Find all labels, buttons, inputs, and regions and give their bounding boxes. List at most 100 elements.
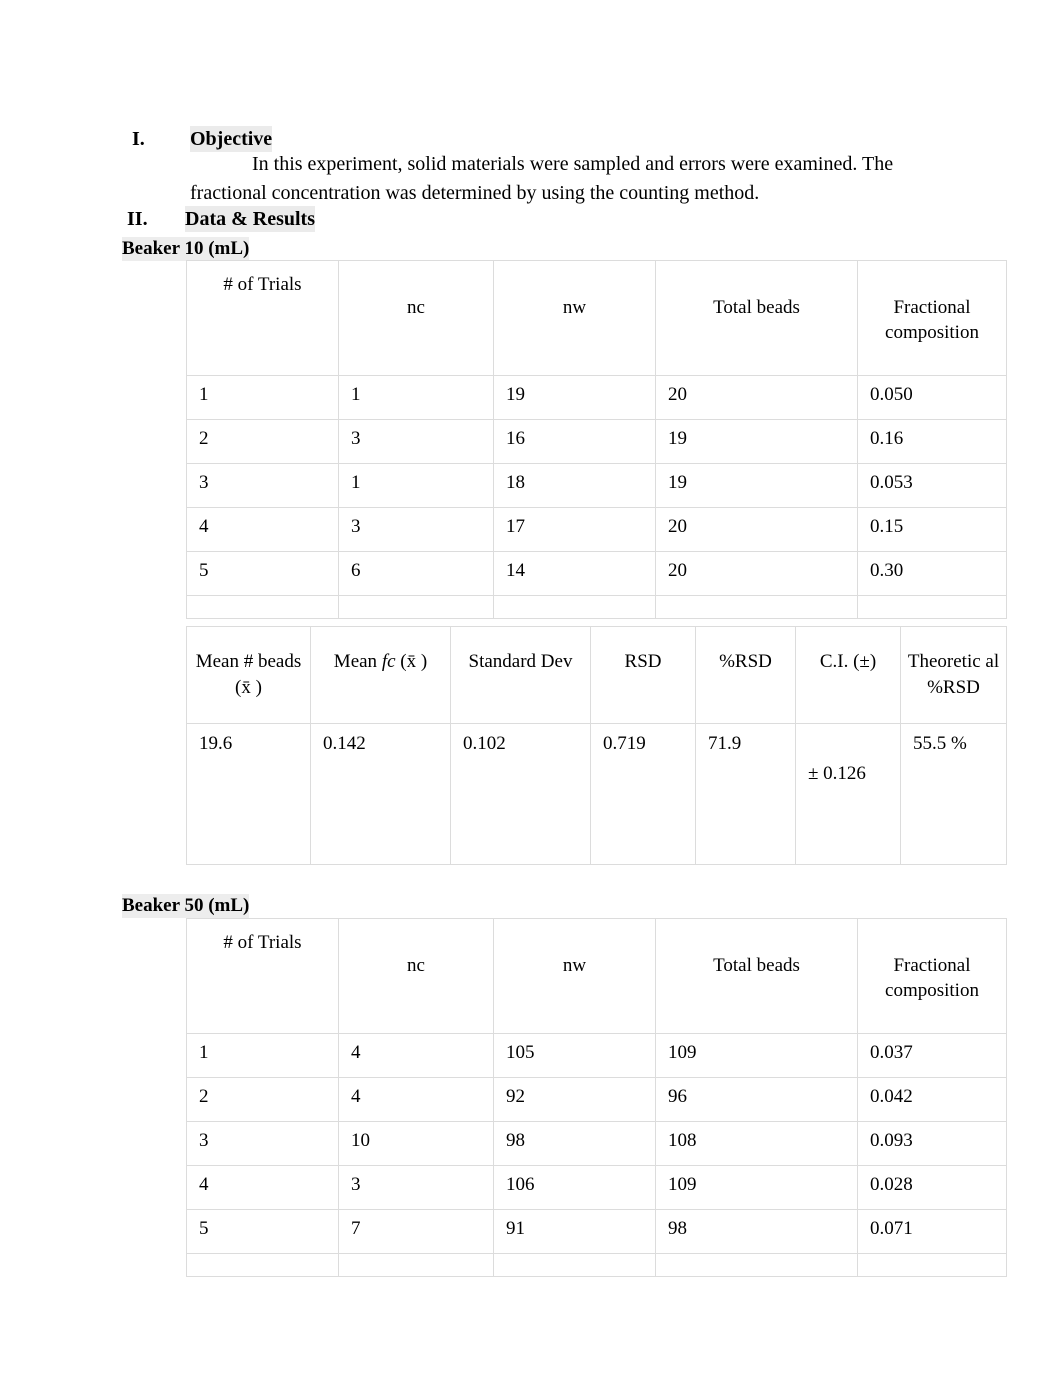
cell-nw: 92 [493, 1077, 656, 1122]
cell-nc: 4 [338, 1033, 494, 1078]
cell-text: 4 [351, 1086, 361, 1107]
cell-fractional-composition: 0.093 [857, 1121, 1007, 1166]
table-row: 1 4 105 109 0.037 [186, 1033, 1007, 1078]
cell-nw: 17 [493, 507, 656, 552]
header-label: Mean fc (x̄ ) [313, 649, 448, 675]
cell-text: 92 [506, 1086, 525, 1107]
cell-trial: 1 [186, 1033, 339, 1078]
cell-text: 19 [668, 428, 687, 449]
cell-total-beads: 20 [655, 375, 858, 420]
header-cell-nc: nc [338, 260, 494, 376]
cell-trial: 4 [186, 1165, 339, 1210]
header-cell-theoretical-rsd: Theoretic al %RSD [900, 626, 1007, 724]
table-row: 4 3 17 20 0.15 [186, 507, 1007, 552]
cell-nw: 98 [493, 1121, 656, 1166]
section-numeral: I. [132, 128, 145, 150]
cell-text: 106 [506, 1174, 535, 1195]
cell-nw: 14 [493, 551, 656, 596]
header-label: nc [407, 297, 425, 318]
cell-trial: 2 [186, 419, 339, 464]
header-label: %RSD [719, 651, 772, 672]
header-label: Fractional composition [885, 955, 979, 1001]
cell-total-beads: 19 [655, 463, 858, 508]
tail-cell [655, 595, 858, 619]
header-label: Theoretic al %RSD [907, 651, 1000, 698]
cell-nw: 105 [493, 1033, 656, 1078]
cell-nc: 10 [338, 1121, 494, 1166]
table-tail-row [186, 595, 1007, 619]
cell-trial: 1 [186, 375, 339, 420]
cell-total-beads: 98 [655, 1209, 858, 1254]
header-cell-trials: # of Trials [186, 918, 339, 1034]
cell-text: 3 [351, 516, 361, 537]
cell-text: 7 [351, 1218, 361, 1239]
cell-total-beads: 19 [655, 419, 858, 464]
cell-rsd: 0.719 [590, 723, 696, 865]
cell-fractional-composition: 0.16 [857, 419, 1007, 464]
table-row: 1 1 19 20 0.050 [186, 375, 1007, 420]
cell-text: 16 [506, 428, 525, 449]
header-label: Total beads [713, 955, 800, 976]
cell-text: 1 [199, 1042, 209, 1063]
cell-text: 18 [506, 472, 525, 493]
header-label: nw [562, 955, 587, 976]
tail-cell [655, 1253, 858, 1277]
cell-nw: 16 [493, 419, 656, 464]
cell-mean-fc: 0.142 [310, 723, 451, 865]
header-label: Fractional composition [885, 297, 979, 343]
cell-total-beads: 109 [655, 1033, 858, 1078]
mean-fc-suffix: (x̄ ) [395, 651, 428, 672]
cell-total-beads: 109 [655, 1165, 858, 1210]
table-row: 5 6 14 20 0.30 [186, 551, 1007, 596]
cell-text: 91 [506, 1218, 525, 1239]
cell-text: 19 [668, 472, 687, 493]
cell-text: 17 [506, 516, 525, 537]
cell-text: 4 [199, 516, 209, 537]
cell-standard-dev: 0.102 [450, 723, 591, 865]
cell-text: 4 [351, 1042, 361, 1063]
cell-text: 0.102 [463, 733, 506, 754]
header-label: # of Trials [223, 932, 302, 953]
cell-text: 0.16 [870, 428, 904, 449]
table-row: 5 7 91 98 0.071 [186, 1209, 1007, 1254]
cell-text: 3 [351, 428, 361, 449]
cell-text: 0.30 [870, 560, 904, 581]
section-title: Objective [190, 126, 273, 152]
mean-fc-symbol: fc [381, 651, 396, 672]
cell-text: 4 [199, 1174, 209, 1195]
cell-trial: 3 [186, 463, 339, 508]
header-cell-total-beads: Total beads [655, 918, 858, 1034]
cell-text: 1 [351, 472, 361, 493]
cell-text: 0.071 [870, 1218, 913, 1239]
cell-text: 5 [199, 560, 209, 581]
header-label: nc [407, 955, 425, 976]
cell-text: 0.719 [603, 733, 646, 754]
header-cell-rsd: RSD [590, 626, 696, 724]
cell-text: 1 [351, 384, 361, 405]
beaker-50-trials-table: # of Trials nc nw Total beads Fractional… [186, 918, 1007, 1277]
table-header-row: # of Trials nc nw Total beads Fractional… [186, 918, 1007, 1034]
header-cell-nc: nc [338, 918, 494, 1034]
objective-paragraph: In this experiment, solid materials were… [190, 153, 894, 204]
cell-text: 0.028 [870, 1174, 913, 1195]
tail-cell [857, 595, 1007, 619]
cell-text: 96 [668, 1086, 687, 1107]
header-label: Total beads [713, 297, 800, 318]
cell-nw: 19 [493, 375, 656, 420]
header-cell-nw: nw [493, 260, 656, 376]
cell-text: 0.042 [870, 1086, 913, 1107]
table-row: 3 1 18 19 0.053 [186, 463, 1007, 508]
cell-fractional-composition: 0.042 [857, 1077, 1007, 1122]
cell-text: 19 [506, 384, 525, 405]
cell-total-beads: 108 [655, 1121, 858, 1166]
cell-trial: 2 [186, 1077, 339, 1122]
cell-text: 0.093 [870, 1130, 913, 1151]
cell-trial: 5 [186, 551, 339, 596]
tail-cell [338, 595, 494, 619]
cell-text: 3 [199, 1130, 209, 1151]
tail-cell [338, 1253, 494, 1277]
table-tail-row [186, 1253, 1007, 1277]
cell-text: 98 [668, 1218, 687, 1239]
beaker-10-statistics-table: Mean # beads (x̄ ) Mean fc (x̄ ) Standar… [186, 626, 1007, 865]
cell-total-beads: 96 [655, 1077, 858, 1122]
